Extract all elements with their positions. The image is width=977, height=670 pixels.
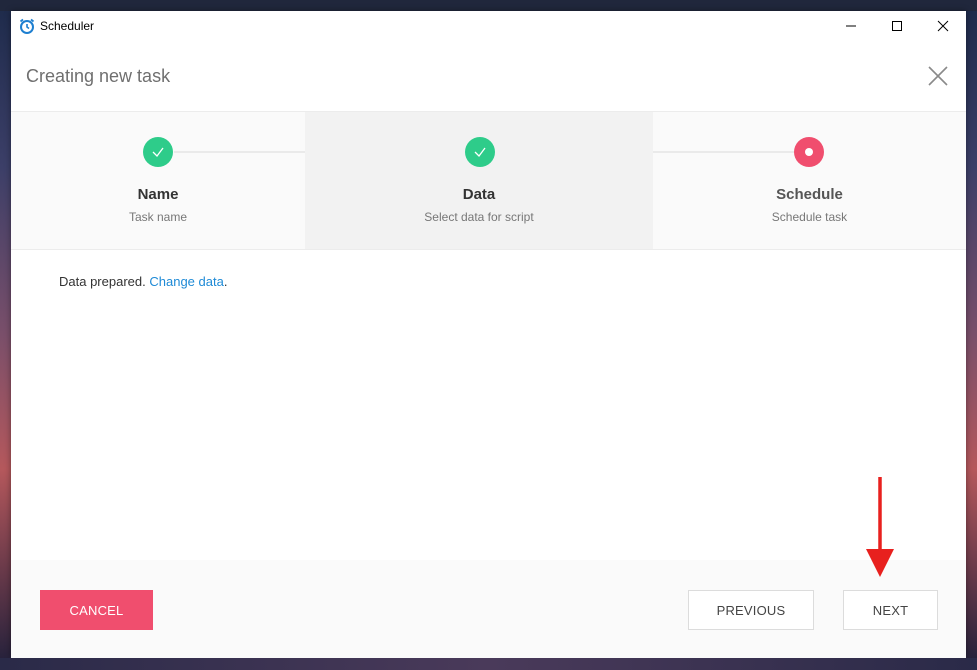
step-name[interactable]: Name Task name [11, 112, 305, 249]
maximize-button[interactable] [874, 11, 920, 41]
cancel-button[interactable]: CANCEL [40, 590, 153, 630]
window-controls [828, 11, 966, 41]
step-data[interactable]: Data Select data for script [305, 112, 653, 249]
check-icon [143, 137, 173, 167]
dialog-header: Creating new task [11, 41, 966, 112]
desktop-background-bottom [0, 658, 977, 670]
previous-button[interactable]: PREVIOUS [688, 590, 814, 630]
annotation-arrow-icon [866, 477, 894, 577]
step-title: Data [462, 186, 496, 203]
title-bar[interactable]: Scheduler [11, 11, 966, 41]
app-title: Scheduler [40, 19, 95, 33]
status-text: Data prepared. [59, 274, 146, 289]
change-data-link[interactable]: Change data [149, 274, 223, 289]
step-schedule[interactable]: Schedule Schedule task [653, 112, 966, 249]
next-button[interactable]: NEXT [843, 590, 938, 630]
close-icon [928, 66, 948, 86]
step-subtitle: Schedule task [771, 210, 848, 224]
active-dot-icon [794, 137, 824, 167]
step-title: Schedule [776, 186, 843, 203]
wizard-footer: CANCEL PREVIOUS NEXT [11, 560, 966, 658]
step-subtitle: Select data for script [424, 210, 534, 224]
dialog-close-button[interactable] [927, 65, 949, 87]
minimize-button[interactable] [828, 11, 874, 41]
step-title: Name [137, 186, 179, 203]
wizard-stepper: Name Task name Data Select data for scri… [11, 112, 966, 250]
desktop-background-top [0, 0, 977, 11]
alarm-clock-icon [18, 17, 36, 35]
maximize-icon [892, 21, 902, 31]
close-window-button[interactable] [920, 11, 966, 41]
close-icon [937, 20, 949, 32]
check-icon [465, 137, 495, 167]
dialog-title: Creating new task [26, 65, 171, 86]
status-period: . [223, 274, 228, 289]
step-subtitle: Task name [128, 210, 188, 224]
wizard-content: Data prepared. Change data. [11, 250, 966, 561]
scheduler-window: Scheduler Creating new task Name Task na… [11, 11, 966, 658]
data-status: Data prepared. Change data. [59, 274, 227, 289]
minimize-icon [846, 25, 856, 27]
